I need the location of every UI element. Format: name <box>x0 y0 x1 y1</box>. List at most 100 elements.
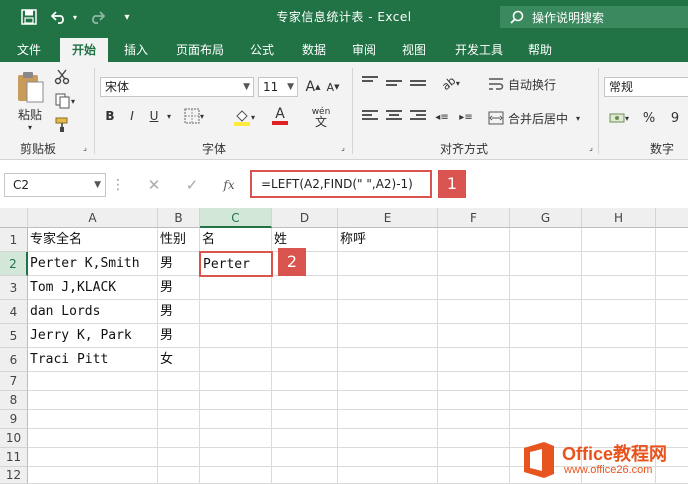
number-format-combo[interactable]: 常规 <box>604 77 688 97</box>
cell-a12[interactable] <box>28 467 158 484</box>
column-header[interactable]: A <box>28 208 158 228</box>
cell-f10[interactable] <box>438 429 510 448</box>
cell-i4[interactable] <box>656 300 688 324</box>
cell-d12[interactable] <box>272 467 338 484</box>
row-header[interactable]: 4 <box>0 300 28 324</box>
cell-d5[interactable] <box>272 324 338 348</box>
cell-g2[interactable] <box>510 252 582 276</box>
borders-icon[interactable]: ▾ <box>180 106 208 126</box>
cell-f12[interactable] <box>438 467 510 484</box>
paste-button[interactable]: 粘贴 <box>10 106 50 122</box>
cell-d3[interactable] <box>272 276 338 300</box>
cell-f3[interactable] <box>438 276 510 300</box>
bold-button[interactable]: B <box>102 106 118 126</box>
cell-b9[interactable] <box>158 410 200 429</box>
cell-c12[interactable] <box>200 467 272 484</box>
cell-g8[interactable] <box>510 391 582 410</box>
align-top-icon[interactable] <box>360 74 380 92</box>
column-header[interactable]: H <box>582 208 656 228</box>
row-header[interactable]: 11 <box>0 448 28 467</box>
font-size-combo[interactable]: 11 ▼ <box>258 77 298 97</box>
cell-f1[interactable] <box>438 228 510 252</box>
cell-a4[interactable]: dan Lords <box>28 300 158 324</box>
cell-c9[interactable] <box>200 410 272 429</box>
cell-i2[interactable] <box>656 252 688 276</box>
column-header[interactable]: F <box>438 208 510 228</box>
cell-c7[interactable] <box>200 372 272 391</box>
cell-b10[interactable] <box>158 429 200 448</box>
cell-e6[interactable] <box>338 348 438 372</box>
paste-dropdown-icon[interactable]: ▾ <box>24 122 36 132</box>
cell-c8[interactable] <box>200 391 272 410</box>
cell-a7[interactable] <box>28 372 158 391</box>
row-header[interactable]: 10 <box>0 429 28 448</box>
cell-h9[interactable] <box>582 410 656 429</box>
align-center-icon[interactable] <box>384 108 404 126</box>
grow-font-icon[interactable]: A ▲ <box>304 77 322 97</box>
tab-view[interactable]: 视图 <box>394 38 434 62</box>
cell-i6[interactable] <box>656 348 688 372</box>
tab-file[interactable]: 文件 <box>8 38 50 62</box>
cell-c3[interactable] <box>200 276 272 300</box>
merge-center-button[interactable]: 合并后居中 ▾ <box>488 108 588 128</box>
cell-a10[interactable] <box>28 429 158 448</box>
cell-h2[interactable] <box>582 252 656 276</box>
cell-c5[interactable] <box>200 324 272 348</box>
enter-icon[interactable]: ✓ <box>182 175 202 195</box>
cell-f11[interactable] <box>438 448 510 467</box>
cell-a8[interactable] <box>28 391 158 410</box>
cell-i7[interactable] <box>656 372 688 391</box>
cell-b2[interactable]: 男 <box>158 252 200 276</box>
cell-b4[interactable]: 男 <box>158 300 200 324</box>
row-header[interactable]: 3 <box>0 276 28 300</box>
cell-b7[interactable] <box>158 372 200 391</box>
cell-f4[interactable] <box>438 300 510 324</box>
cell-c1[interactable]: 名 <box>200 228 272 252</box>
row-header[interactable]: 6 <box>0 348 28 372</box>
formula-input[interactable]: =LEFT(A2,FIND(" ",A2)-1) <box>250 170 432 198</box>
cell-c11[interactable] <box>200 448 272 467</box>
cell-f2[interactable] <box>438 252 510 276</box>
row-header[interactable]: 5 <box>0 324 28 348</box>
row-header[interactable]: 12 <box>0 467 28 484</box>
cell-e10[interactable] <box>338 429 438 448</box>
tab-data[interactable]: 数据 <box>294 38 334 62</box>
cell-e4[interactable] <box>338 300 438 324</box>
accounting-format-icon[interactable]: ▾ <box>604 108 634 128</box>
cell-f9[interactable] <box>438 410 510 429</box>
cell-c10[interactable] <box>200 429 272 448</box>
comma-style-button[interactable]: 9 <box>666 108 684 128</box>
tab-developer[interactable]: 开发工具 <box>448 38 510 62</box>
select-all-corner[interactable] <box>0 208 28 228</box>
cell-d6[interactable] <box>272 348 338 372</box>
align-bottom-icon[interactable] <box>408 74 428 92</box>
cell-a6[interactable]: Traci Pitt <box>28 348 158 372</box>
cell-i5[interactable] <box>656 324 688 348</box>
font-name-combo[interactable]: 宋体 ▼ <box>100 77 254 97</box>
cell-i1[interactable] <box>656 228 688 252</box>
fill-color-icon[interactable]: ▾ <box>230 106 258 128</box>
cell-e5[interactable] <box>338 324 438 348</box>
row-header[interactable]: 7 <box>0 372 28 391</box>
copy-icon[interactable]: ▾ <box>52 92 78 110</box>
underline-button[interactable]: U <box>146 106 162 126</box>
paste-icon[interactable] <box>10 68 50 106</box>
column-header[interactable] <box>656 208 688 228</box>
cell-h8[interactable] <box>582 391 656 410</box>
cell-d8[interactable] <box>272 391 338 410</box>
font-launcher-icon[interactable]: ⌟ <box>338 142 348 152</box>
column-header[interactable]: E <box>338 208 438 228</box>
cell-h7[interactable] <box>582 372 656 391</box>
cut-icon[interactable] <box>52 68 72 86</box>
cell-c6[interactable] <box>200 348 272 372</box>
row-header[interactable]: 1 <box>0 228 28 252</box>
cell-d7[interactable] <box>272 372 338 391</box>
cell-g1[interactable] <box>510 228 582 252</box>
cell-h1[interactable] <box>582 228 656 252</box>
tab-help[interactable]: 帮助 <box>520 38 560 62</box>
row-header[interactable]: 2 <box>0 252 28 276</box>
name-box[interactable]: C2 ▼ <box>4 173 106 197</box>
cell-g4[interactable] <box>510 300 582 324</box>
italic-button[interactable]: I <box>124 106 140 126</box>
cell-a3[interactable]: Tom J,KLACK <box>28 276 158 300</box>
